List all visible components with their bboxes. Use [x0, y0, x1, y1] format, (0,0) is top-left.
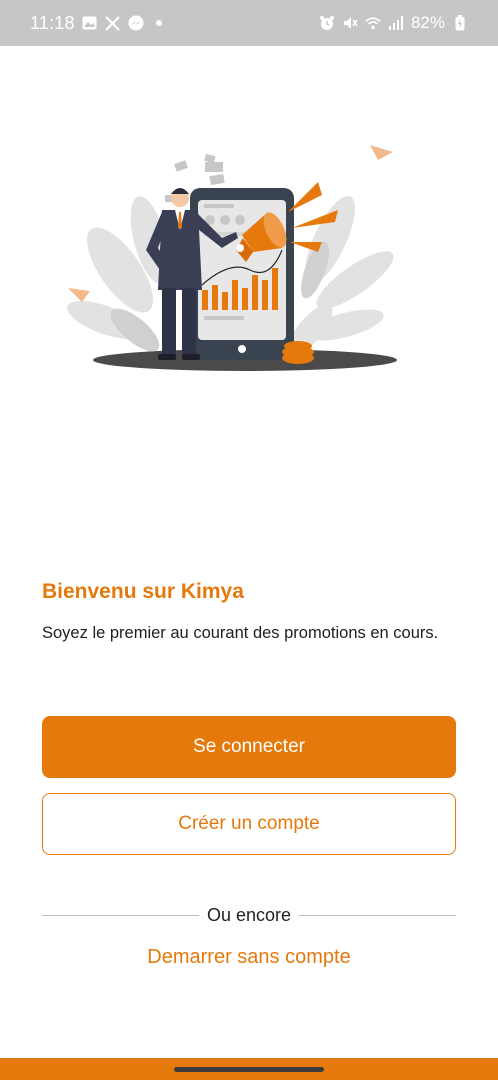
create-account-button-label: Créer un compte	[178, 813, 320, 834]
status-bar: 11:18 82%	[0, 0, 498, 46]
create-account-button[interactable]: Créer un compte	[42, 793, 456, 855]
status-bar-right: 82%	[319, 13, 468, 33]
x-app-icon	[105, 15, 121, 31]
divider-label: Ou encore	[206, 904, 292, 925]
hero-illustration	[60, 120, 440, 390]
gallery-icon	[82, 15, 98, 31]
wifi-icon	[365, 15, 381, 31]
messenger-icon	[128, 15, 144, 31]
battery-icon	[452, 15, 468, 31]
or-divider: Ou encore	[42, 902, 456, 928]
mute-icon	[342, 15, 358, 31]
login-button[interactable]: Se connecter	[42, 716, 456, 778]
signal-icon	[388, 15, 404, 31]
alarm-icon	[319, 15, 335, 31]
login-button-label: Se connecter	[193, 736, 305, 757]
start-without-account-link[interactable]: Demarrer sans compte	[0, 946, 498, 969]
battery-percent: 82%	[410, 13, 445, 32]
status-bar-left: 11:18	[30, 13, 167, 34]
home-indicator[interactable]	[174, 1067, 324, 1072]
welcome-subtitle: Soyez le premier au courant des promotio…	[42, 624, 439, 642]
dot-icon	[151, 15, 167, 31]
status-time: 11:18	[30, 12, 75, 33]
divider-line-right	[299, 914, 456, 916]
divider-line-left	[42, 914, 199, 916]
marketing-illustration	[67, 145, 397, 371]
welcome-title: Bienvenu sur Kimya	[42, 580, 244, 603]
